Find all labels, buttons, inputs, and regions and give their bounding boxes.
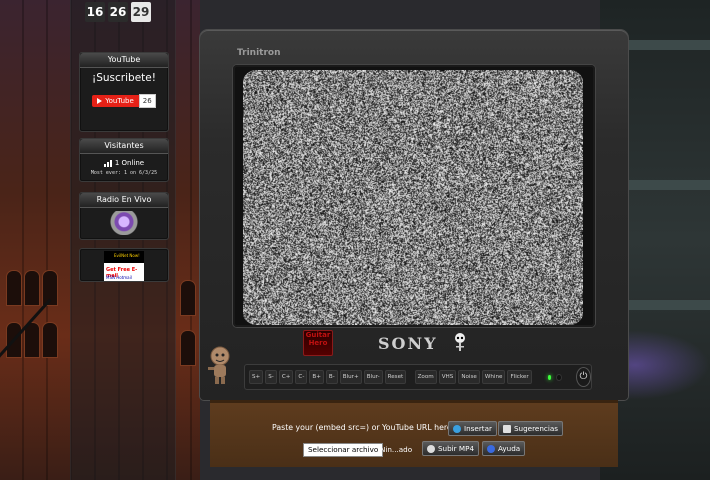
blur-up-button[interactable]: Blur+ <box>340 370 362 384</box>
calendar-day-today: 29 <box>131 2 151 22</box>
zoom-button[interactable]: Zoom <box>415 370 437 384</box>
youtube-button[interactable]: YouTube <box>92 95 138 107</box>
tv-model-label: Trinitron <box>237 48 281 58</box>
insert-button[interactable]: Insertar <box>448 421 497 436</box>
upload-mp4-button[interactable]: Subir MP4 <box>422 441 479 456</box>
subscriber-count: 26 <box>139 94 156 108</box>
guitar-hero-logo: Guitar Hero <box>303 330 333 356</box>
window-arch <box>42 322 58 358</box>
contrast-down-button[interactable]: C- <box>295 370 307 384</box>
skull-mascot-icon <box>453 332 467 356</box>
visitors-widget: Visitantes 1 Online Most ever: 1 on 6/3/… <box>79 138 169 182</box>
image-icon <box>503 425 511 433</box>
brightness-up-button[interactable]: B+ <box>309 370 324 384</box>
evilnet-ad-banner[interactable]: EvilNet Now! Get Free E-mail MSN Hotmail <box>104 251 144 281</box>
brand-logo: SONY <box>378 334 438 353</box>
reset-button[interactable]: Reset <box>385 370 407 384</box>
noise-button[interactable]: Noise <box>458 370 480 384</box>
tv-stand: Paste your (embed src=) or YouTube URL h… <box>210 400 618 467</box>
most-ever-text: Most ever: 1 on 6/3/25 <box>80 170 168 176</box>
online-status: 1 Online <box>80 159 168 167</box>
saturation-up-button[interactable]: S+ <box>249 370 263 384</box>
radio-player-image[interactable] <box>104 211 144 235</box>
vhs-button[interactable]: VHS <box>439 370 457 384</box>
suggestions-button[interactable]: Sugerencias <box>498 421 563 436</box>
power-button[interactable]: ⏻ <box>576 367 591 387</box>
subscribe-text: ¡Suscribete! <box>80 72 168 84</box>
flicker-button[interactable]: Flicker <box>507 370 531 384</box>
calendar-day: 16 <box>85 2 105 22</box>
help-button-label: Ayuda <box>498 444 520 453</box>
power-led-off <box>556 374 562 381</box>
play-icon <box>97 98 102 104</box>
help-button[interactable]: Ayuda <box>482 441 525 456</box>
url-prompt-label: Paste your (embed src=) or YouTube URL h… <box>272 423 454 432</box>
static-noise <box>243 70 583 325</box>
file-status-text: Nin...ado <box>380 445 412 454</box>
window-arch <box>6 270 22 306</box>
contrast-up-button[interactable]: C+ <box>279 370 294 384</box>
calendar-widget: 16 26 29 <box>85 0 165 24</box>
upload-icon <box>427 445 435 453</box>
info-icon <box>487 445 495 453</box>
window-arch <box>180 330 196 366</box>
suggestions-button-label: Sugerencias <box>514 424 558 433</box>
upload-button-label: Subir MP4 <box>438 444 474 453</box>
globe-icon <box>453 425 461 433</box>
youtube-widget: YouTube ¡Suscribete! YouTube 26 <box>79 52 169 132</box>
window-arch <box>180 280 196 316</box>
calendar-day: 26 <box>108 2 128 22</box>
ad-widget: EvilNet Now! Get Free E-mail MSN Hotmail <box>79 248 169 282</box>
window-arch <box>24 270 40 306</box>
sidebar: 16 26 29 YouTube ¡Suscribete! YouTube 26… <box>70 0 176 480</box>
choose-file-button[interactable]: Seleccionar archivo <box>303 443 383 457</box>
youtube-subscribe-button[interactable]: YouTube 26 <box>80 94 168 108</box>
online-count: 1 Online <box>115 159 144 167</box>
widget-title: YouTube <box>80 53 168 68</box>
radio-widget: Radio En Vivo <box>79 192 169 240</box>
tv-screen[interactable] <box>243 70 583 325</box>
widget-title: Visitantes <box>80 139 168 154</box>
ad-line: EvilNet Now! <box>114 253 140 258</box>
screen-bezel <box>233 65 595 327</box>
tv-control-panel: S+ S- C+ C- B+ B- Blur+ Blur- Reset Zoom… <box>244 364 592 390</box>
sackboy-icon <box>206 346 234 386</box>
signal-bars-icon <box>104 160 112 167</box>
whine-button[interactable]: Whine <box>482 370 506 384</box>
saturation-down-button[interactable]: S- <box>265 370 277 384</box>
power-led-on <box>548 375 552 380</box>
insert-button-label: Insertar <box>464 424 492 433</box>
ad-line: MSN Hotmail <box>106 275 132 280</box>
blur-down-button[interactable]: Blur- <box>364 370 383 384</box>
youtube-button-label: YouTube <box>105 97 133 105</box>
widget-title: Radio En Vivo <box>80 193 168 208</box>
brightness-down-button[interactable]: B- <box>326 370 338 384</box>
tv-set: Trinitron Guitar Hero SONY S+ S- C+ C- B… <box>200 30 628 400</box>
